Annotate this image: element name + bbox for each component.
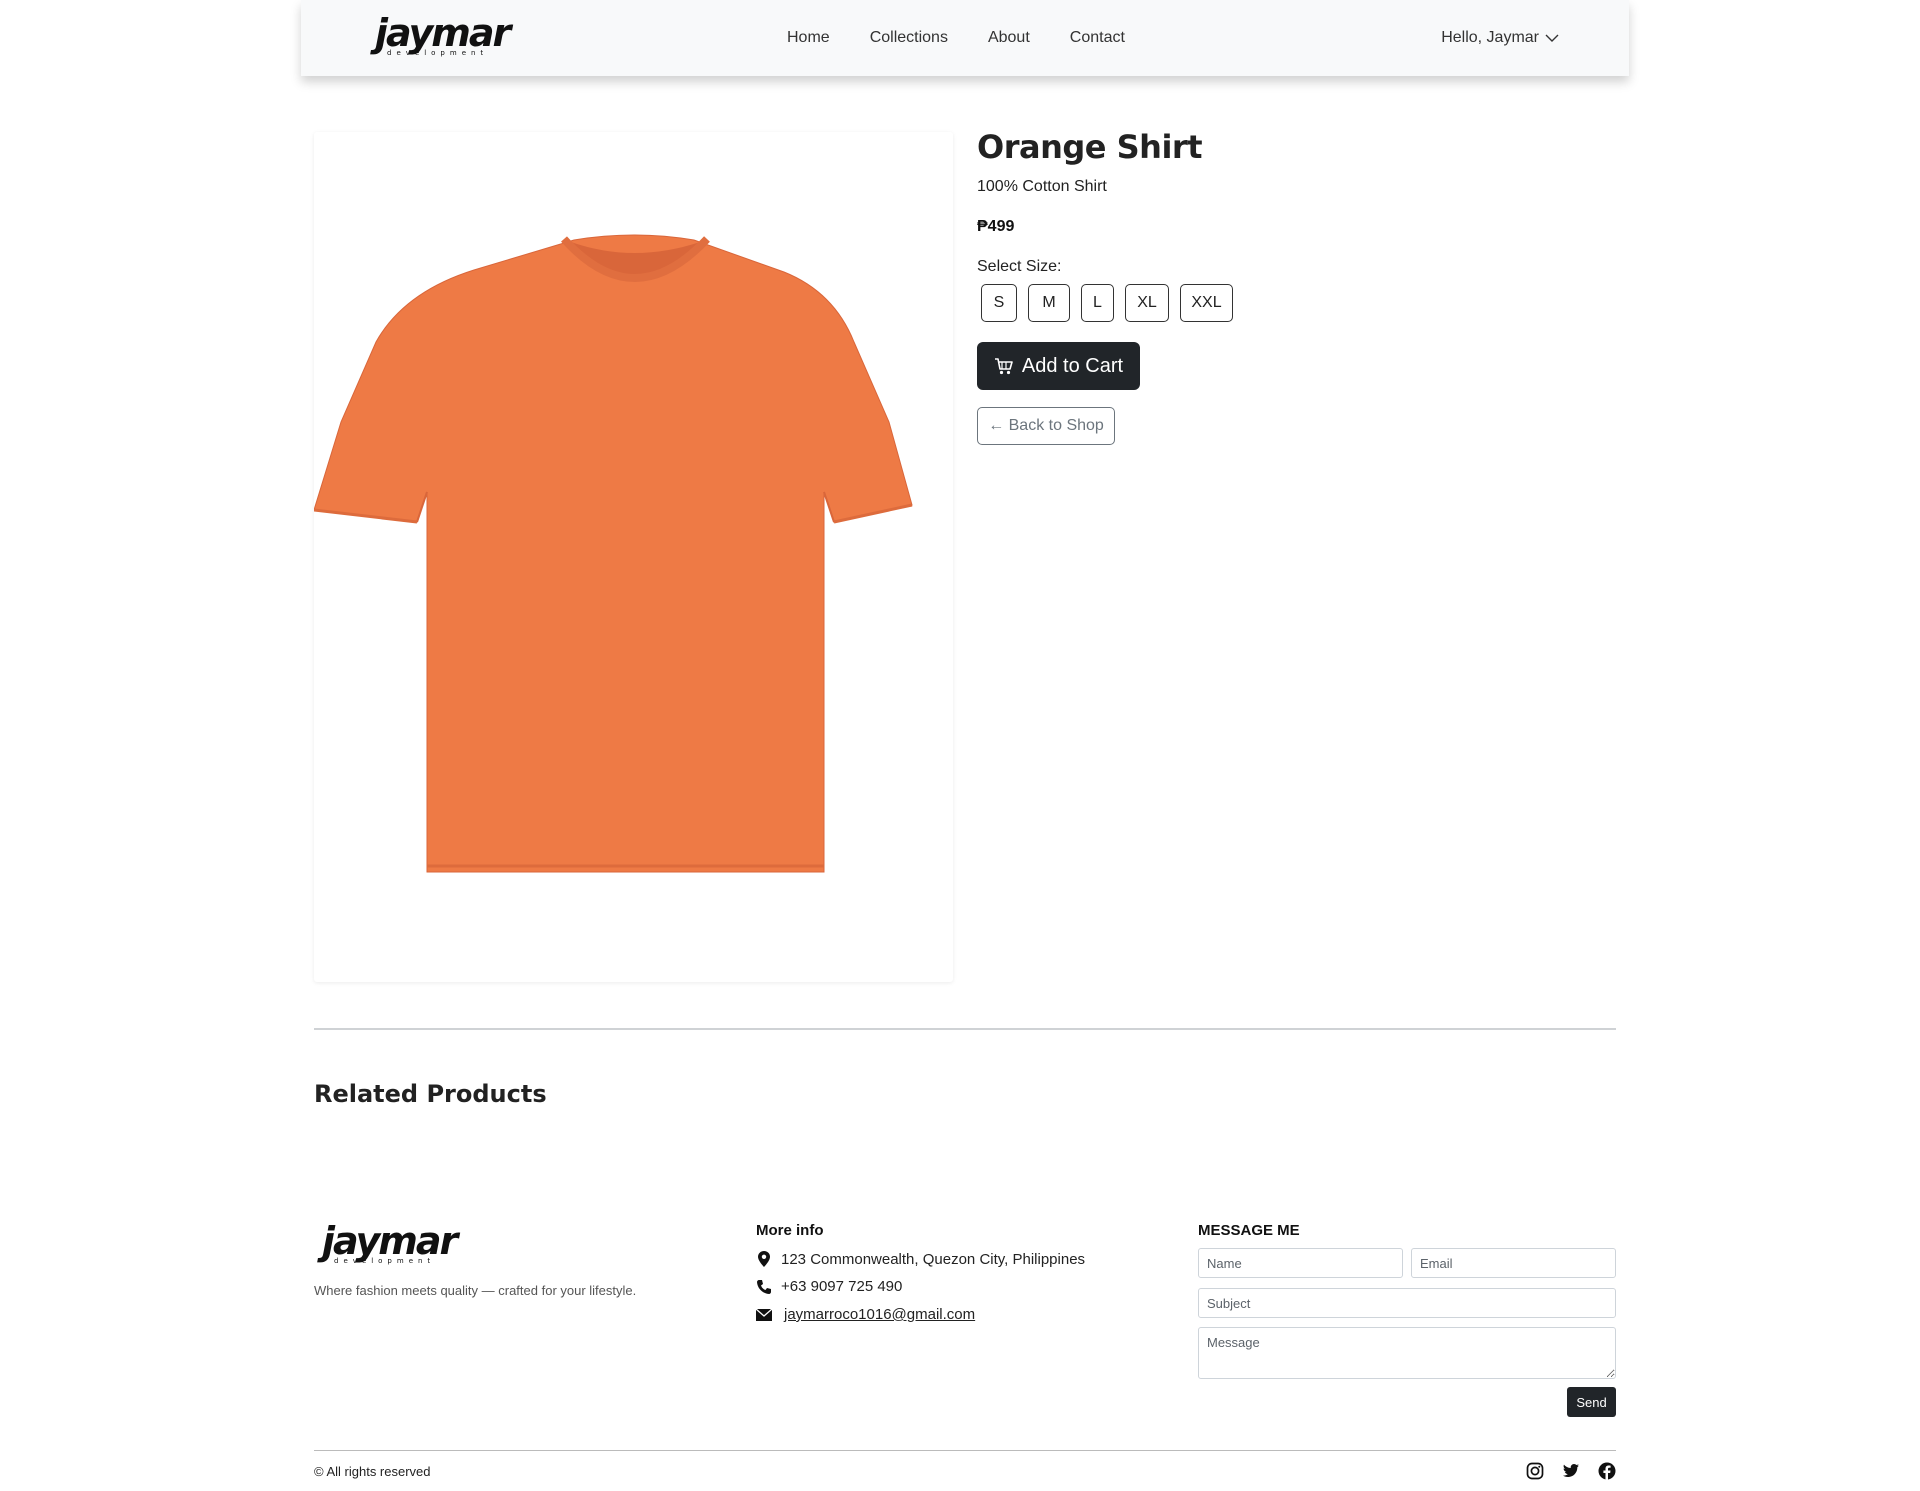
size-options: S M L XL XXL	[981, 284, 1244, 322]
twitter-icon[interactable]	[1562, 1462, 1580, 1480]
back-to-shop-button[interactable]: ← Back to Shop	[977, 407, 1115, 445]
message-me-title: MESSAGE ME	[1198, 1222, 1300, 1239]
footer-logo[interactable]: jaymar development	[322, 1219, 458, 1265]
product-title: Orange Shirt	[977, 128, 1202, 166]
send-button[interactable]: Send	[1567, 1387, 1616, 1417]
product-description: 100% Cotton Shirt	[977, 178, 1107, 195]
section-divider	[314, 1028, 1616, 1030]
location-pin-icon	[756, 1250, 772, 1268]
logo-wordmark: jaymar	[375, 11, 511, 55]
brand-logo[interactable]: jaymar development	[375, 11, 511, 57]
nav-links: Home Collections About Contact	[787, 0, 1165, 76]
add-to-cart-label: Add to Cart	[1021, 354, 1124, 377]
size-button-l[interactable]: L	[1081, 284, 1114, 322]
copyright-text: © All rights reserved	[314, 1464, 431, 1479]
email-field[interactable]	[1411, 1248, 1616, 1278]
more-info-title: More info	[756, 1222, 824, 1239]
orange-shirt-image	[314, 234, 913, 873]
message-field[interactable]	[1198, 1327, 1616, 1379]
name-field[interactable]	[1198, 1248, 1403, 1278]
size-button-s[interactable]: S	[981, 284, 1017, 322]
footer-divider	[314, 1450, 1616, 1451]
user-greeting: Hello, Jaymar	[1441, 29, 1539, 46]
size-button-xl[interactable]: XL	[1125, 284, 1169, 322]
subject-field[interactable]	[1198, 1288, 1616, 1318]
product-price: ₱499	[977, 218, 1015, 235]
size-label: Select Size:	[977, 258, 1062, 275]
phone-icon	[756, 1279, 772, 1295]
product-image	[314, 132, 953, 982]
size-button-xxl[interactable]: XXL	[1180, 284, 1233, 322]
address-row: 123 Commonwealth, Quezon City, Philippin…	[756, 1250, 1085, 1268]
nav-link-about[interactable]: About	[988, 29, 1030, 47]
related-products-title: Related Products	[314, 1080, 547, 1108]
nav-link-contact[interactable]: Contact	[1070, 29, 1125, 47]
facebook-icon[interactable]	[1598, 1462, 1616, 1480]
size-button-m[interactable]: M	[1028, 284, 1070, 322]
chevron-down-icon	[1545, 34, 1559, 42]
envelope-icon	[756, 1308, 772, 1321]
nav-link-collections[interactable]: Collections	[870, 29, 948, 47]
social-links	[1526, 1462, 1616, 1480]
phone-text: +63 9097 725 490	[781, 1278, 903, 1295]
phone-row: +63 9097 725 490	[756, 1278, 902, 1295]
user-menu-dropdown[interactable]: Hello, Jaymar	[1441, 0, 1559, 76]
add-to-cart-button[interactable]: Add to Cart	[977, 342, 1140, 390]
cart-icon	[994, 358, 1013, 375]
instagram-icon[interactable]	[1526, 1462, 1544, 1480]
address-text: 123 Commonwealth, Quezon City, Philippin…	[781, 1250, 1086, 1268]
email-row: jaymarroco1016@gmail.com	[756, 1306, 975, 1323]
footer-logo-wordmark: jaymar	[322, 1219, 458, 1263]
footer-tagline: Where fashion meets quality — crafted fo…	[314, 1283, 637, 1298]
email-link[interactable]: jaymarroco1016@gmail.com	[784, 1306, 975, 1323]
navbar: jaymar development Home Collections Abou…	[301, 0, 1629, 76]
nav-link-home[interactable]: Home	[787, 29, 830, 47]
